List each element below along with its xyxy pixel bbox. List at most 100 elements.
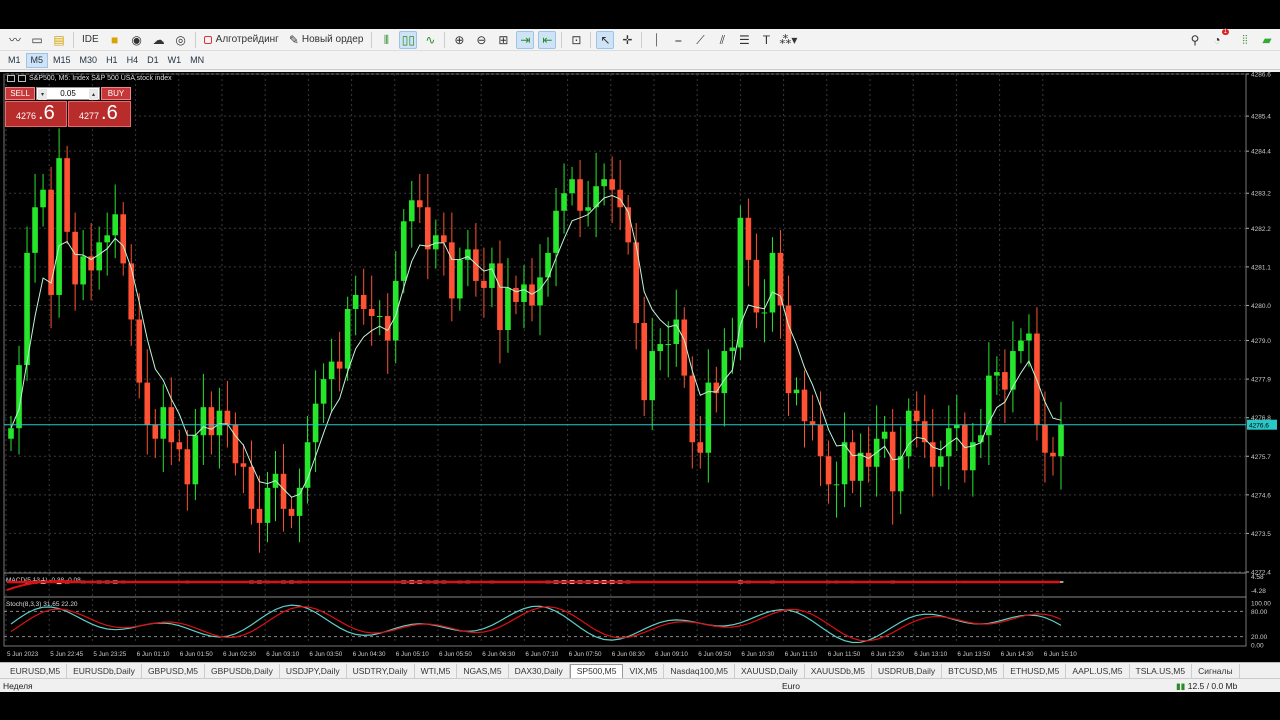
y-tick-label: 4275.7 [1251, 454, 1271, 461]
fibonacci-icon[interactable]: ☰ [735, 31, 753, 49]
timeframe-mn[interactable]: MN [186, 53, 208, 68]
chart-tab[interactable]: GBPUSD,M5 [142, 663, 206, 678]
candle [729, 347, 736, 352]
template-icon[interactable]: ▤ [50, 31, 68, 49]
algotrading-button[interactable]: Алготрейдинг [201, 31, 282, 49]
candle [344, 308, 351, 369]
timeframe-d1[interactable]: D1 [143, 53, 163, 68]
chart-tab[interactable]: EURUSD,M5 [4, 663, 68, 678]
candle [609, 179, 615, 190]
sell-price[interactable]: 4276 .6 [5, 101, 67, 127]
chart-type-icon[interactable]: 〰 [6, 31, 24, 49]
chart-tab[interactable]: WTI,M5 [415, 663, 458, 678]
candle [953, 424, 960, 429]
line-chart-icon[interactable]: ∿ [421, 31, 439, 49]
x-tick-label: 6 Jun 14:30 [1001, 651, 1034, 658]
sell-button[interactable]: SELL [5, 87, 35, 100]
zoom-in-icon[interactable]: ⊕ [450, 31, 468, 49]
chart-tab[interactable]: USDJPY,Daily [280, 663, 347, 678]
vertical-line-icon[interactable]: ⏐ [647, 31, 665, 49]
x-tick-label: 6 Jun 10:30 [741, 651, 774, 658]
timeframe-m1[interactable]: M1 [4, 53, 25, 68]
timeframe-h1[interactable]: H1 [102, 53, 122, 68]
timeframe-w1[interactable]: W1 [164, 53, 186, 68]
chart-tab[interactable]: VIX,M5 [623, 663, 665, 678]
candle [296, 487, 303, 516]
candle [312, 403, 319, 443]
chart-tab[interactable]: BTCUSD,M5 [942, 663, 1005, 678]
timeframe-bar: M1 M5 M15 M30 H1 H4 D1 W1 MN [0, 51, 1280, 70]
lot-increase-icon[interactable]: ▴ [89, 89, 98, 100]
horizontal-line-icon[interactable]: ⎯ [669, 31, 687, 49]
trendline-icon[interactable]: ⟋ [691, 31, 709, 49]
candle [48, 189, 54, 295]
candle [457, 259, 463, 299]
chart-tab[interactable]: NGAS,M5 [457, 663, 509, 678]
chart-window-icon[interactable]: ▭ [28, 31, 46, 49]
channel-icon[interactable]: ⫽ [713, 31, 731, 49]
x-tick-label: 5 Jun 22:45 [50, 651, 83, 658]
autoscroll-icon[interactable]: ⇥ [516, 30, 535, 49]
chart-tab[interactable]: SP500,M5 [569, 663, 624, 678]
tile-windows-icon[interactable]: ⊞ [494, 31, 512, 49]
candle [505, 287, 511, 331]
candle [793, 389, 800, 394]
chart-tab[interactable]: XAUUSD,Daily [735, 663, 805, 678]
candle [585, 207, 591, 211]
buy-price[interactable]: 4277 .6 [68, 101, 131, 127]
timeframe-m30[interactable]: M30 [76, 53, 102, 68]
candle [865, 452, 872, 467]
cursor-icon[interactable]: ↖ [596, 30, 615, 49]
lock-icon[interactable]: ■ [106, 31, 124, 49]
chart-options-icon[interactable] [18, 75, 26, 82]
candle [160, 407, 167, 439]
buy-button[interactable]: BUY [101, 87, 131, 100]
y-tick-label: 4279.0 [1251, 338, 1271, 345]
notifications-icon[interactable]: ◔ 1 [1208, 29, 1229, 49]
chart-tab[interactable]: GBPUSDb,Daily [205, 663, 280, 678]
chart-menu-icon[interactable] [7, 75, 15, 82]
stoch-tick-label: 80.00 [1251, 609, 1268, 616]
chart-tab[interactable]: AAPL.US,M5 [1066, 663, 1130, 678]
chart-tab[interactable]: DAX30,Daily [509, 663, 570, 678]
search-icon[interactable]: ⚲ [1186, 31, 1204, 49]
chart-tab[interactable]: USDTRY,Daily [347, 663, 415, 678]
chart-tab[interactable]: ETHUSD,M5 [1004, 663, 1067, 678]
shapes-icon[interactable]: ⁂▾ [779, 31, 797, 49]
status-traffic: ▮▮ 12.5 / 0.0 Mb [1176, 681, 1237, 692]
zoom-out-icon[interactable]: ⊖ [472, 31, 490, 49]
connection-icon[interactable]: ⦙⦙ [1236, 31, 1254, 49]
crosshair-icon[interactable]: ✛ [618, 31, 636, 49]
chart-tab[interactable]: XAUUSDb,M5 [805, 663, 873, 678]
timeframe-h4[interactable]: H4 [123, 53, 143, 68]
order-label: Новый ордер [301, 34, 364, 45]
screenshot-icon[interactable]: ⊡ [567, 31, 585, 49]
traffic-text: 12.5 / 0.0 Mb [1187, 681, 1238, 691]
vps-icon[interactable]: ◎ [172, 31, 190, 49]
new-order-button[interactable]: ✎ Новый ордер [286, 31, 367, 49]
chart-tab[interactable]: TSLA.US,M5 [1130, 663, 1193, 678]
price-chart[interactable]: 4276.64286.64285.44284.44283.24282.24281… [0, 72, 1280, 662]
chart-tab[interactable]: EURUSDb,Daily [67, 663, 142, 678]
y-tick-label: 4281.1 [1251, 264, 1271, 271]
lot-size-input[interactable]: ▾ 0.05 ▴ [36, 87, 100, 100]
candle [753, 259, 760, 313]
terminal-window: 〰 ▭ ▤ IDE ■ ◉ ☁ ◎ Алготрейдинг ✎ Новый о… [0, 0, 1280, 720]
notification-badge: 1 [1221, 29, 1229, 35]
chart-window[interactable]: 4276.6 4286.6 4285.4 4284.4 4283.2 4282.2 4281… [0, 72, 1280, 662]
ide-button[interactable]: IDE [79, 31, 102, 49]
lot-decrease-icon[interactable]: ▾ [38, 89, 47, 100]
status-profile[interactable]: Euro [782, 681, 800, 691]
signal-icon[interactable]: ◉ [128, 31, 146, 49]
timeframe-m5[interactable]: M5 [25, 52, 49, 68]
candle-chart-icon[interactable]: ▯▯ [399, 30, 418, 49]
chart-tab[interactable]: Nasdaq100,M5 [664, 663, 735, 678]
text-icon[interactable]: T [757, 31, 775, 49]
chart-tab[interactable]: Сигналы [1192, 663, 1240, 678]
status-bar: Неделя Euro ▮▮ 12.5 / 0.0 Mb [0, 678, 1280, 692]
bar-chart-icon[interactable]: ⫴ [377, 31, 395, 49]
timeframe-m15[interactable]: M15 [49, 53, 75, 68]
chart-shift-icon[interactable]: ⇤ [538, 30, 557, 49]
cloud-icon[interactable]: ☁ [150, 31, 168, 49]
chart-tab[interactable]: USDRUB,Daily [872, 663, 943, 678]
